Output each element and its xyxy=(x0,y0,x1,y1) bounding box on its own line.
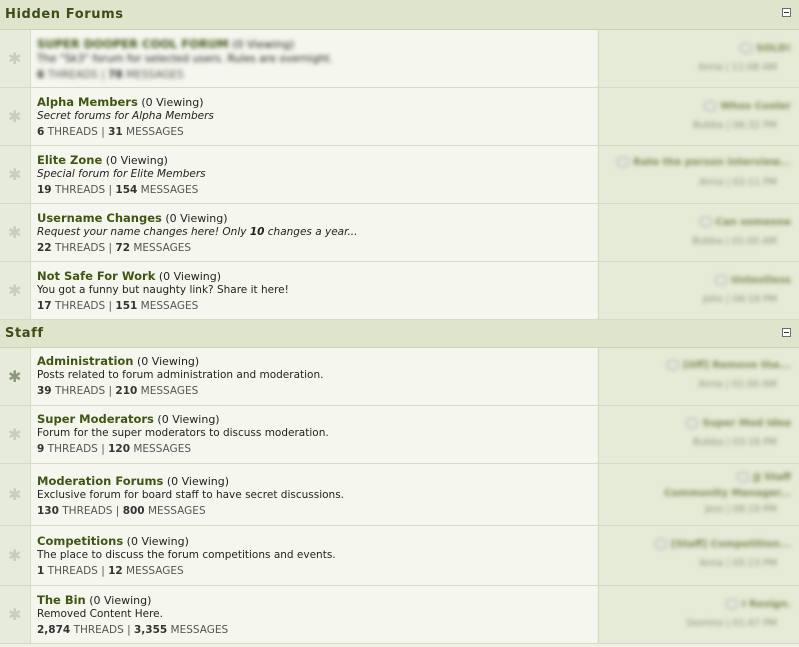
viewing-count: (0 Viewing) xyxy=(137,355,200,368)
thread-icon xyxy=(686,418,699,428)
last-post-meta: Anna | 02:11 PM xyxy=(699,177,777,188)
forum-title-link[interactable]: Super Moderators xyxy=(37,412,154,426)
last-post-title-continued[interactable]: Community Manager... xyxy=(664,488,791,499)
forum-title-link[interactable]: Elite Zone xyxy=(37,153,102,167)
forum-title-link[interactable]: The Bin xyxy=(37,593,86,607)
forum-title-link[interactable]: Competitions xyxy=(37,534,123,548)
forum-title-link[interactable]: Username Changes xyxy=(37,211,162,225)
forum-description: You got a funny but naughty link? Share … xyxy=(37,284,289,296)
forum-description: Secret forums for Alpha Members xyxy=(37,110,214,122)
forum-status-icon: ✱ xyxy=(8,49,22,68)
forum-status-icon: ✱ xyxy=(8,425,22,444)
last-post-meta: Bubba | 06:32 PM xyxy=(693,120,777,131)
forum-row: ✱ Alpha Members (0 Viewing) Secret forum… xyxy=(0,88,799,146)
viewing-count: (0 Viewing) xyxy=(105,154,168,167)
forum-stats: 9 THREADS | 120 MESSAGES xyxy=(37,443,191,455)
last-post-meta: Anna | 05:13 PM xyxy=(699,558,777,569)
last-post-title[interactable]: Rate the person interview... xyxy=(617,157,791,168)
thread-icon xyxy=(617,157,630,167)
section-header-hidden-forums: Hidden Forums xyxy=(0,0,799,30)
last-post-title[interactable]: [Staff] Competition... xyxy=(655,539,791,550)
forum-title-link[interactable]: Not Safe For Work xyxy=(37,269,155,283)
forum-status-icon: ✱ xyxy=(8,605,22,624)
forum-stats: 2,874 THREADS | 3,355 MESSAGES xyxy=(37,624,229,636)
forum-row: ✱ Elite Zone (0 Viewing) Special forum f… xyxy=(0,146,799,204)
last-post-title[interactable]: Whos Cooler xyxy=(704,101,791,112)
forum-description: Forum for the super moderators to discus… xyxy=(37,427,329,439)
thread-icon xyxy=(655,539,668,549)
forum-title-link[interactable]: SUPER DOOPER COOL FORUM xyxy=(37,37,229,51)
forum-row: ✱ Administration (0 Viewing) Posts relat… xyxy=(0,348,799,406)
last-post-title[interactable]: [Off] Remove the... xyxy=(667,360,791,371)
forum-row: ✱ Moderation Forums (0 Viewing) Exclusiv… xyxy=(0,464,799,526)
forum-title-link[interactable]: Moderation Forums xyxy=(37,474,163,488)
viewing-count: (0 Viewing) xyxy=(166,475,230,488)
thread-icon xyxy=(704,101,717,111)
forum-stats: 17 THREADS | 151 MESSAGES xyxy=(37,300,199,312)
forum-status-icon: ✱ xyxy=(8,223,22,242)
last-post-title[interactable]: Can someone xyxy=(699,217,791,228)
forum-description: Special forum for Elite Members xyxy=(37,168,206,180)
forum-description: Posts related to forum administration an… xyxy=(37,369,324,381)
forum-row: ✱ The Bin (0 Viewing) Removed Content He… xyxy=(0,586,799,644)
thread-icon xyxy=(714,275,727,285)
last-post-meta: Jess | 08:19 PM xyxy=(704,504,777,515)
forum-row: ✱ Super Moderators (0 Viewing) Forum for… xyxy=(0,406,799,464)
forum-description: Exclusive forum for board staff to have … xyxy=(37,489,345,501)
forum-status-icon: ✱ xyxy=(8,485,22,504)
last-post-title[interactable]: SOLD! xyxy=(740,43,791,54)
viewing-count: (0 Viewing) xyxy=(141,96,204,109)
section-header-staff: Staff xyxy=(0,320,799,348)
forum-description: Request your name changes here! Only 10 … xyxy=(37,226,358,238)
last-post-meta: Anna | 11:08 AM xyxy=(698,62,777,73)
forum-row: ✱ Competitions (0 Viewing) The place to … xyxy=(0,526,799,586)
thread-icon xyxy=(667,360,680,370)
forum-description: The place to discuss the forum competiti… xyxy=(37,549,336,561)
forum-status-icon: ✱ xyxy=(8,546,22,565)
last-post-title[interactable]: JJ Staff xyxy=(737,472,791,483)
forum-title-link[interactable]: Administration xyxy=(37,354,134,368)
collapse-icon[interactable] xyxy=(782,8,791,17)
viewing-count: (0 Viewing) xyxy=(158,270,222,283)
forum-description: The "Sk3" forum for selected users. Rule… xyxy=(37,53,333,65)
forum-status-icon: ✱ xyxy=(8,367,22,386)
forum-row: ✱ Username Changes (0 Viewing) Request y… xyxy=(0,204,799,262)
thread-icon xyxy=(725,599,738,609)
viewing-count: (0 Viewing) xyxy=(89,594,152,607)
last-post-title[interactable]: Super Mod Idea xyxy=(686,418,791,429)
section-title: Hidden Forums xyxy=(5,7,124,22)
forum-stats: 22 THREADS | 72 MESSAGES xyxy=(37,242,192,254)
last-post-title[interactable]: I Resign. xyxy=(725,599,791,610)
viewing-count: (0 Viewing) xyxy=(126,535,189,548)
forum-stats: 19 THREADS | 154 MESSAGES xyxy=(37,184,199,196)
forum-status-icon: ✱ xyxy=(8,107,22,126)
forum-stats: 6 THREADS | 78 MESSAGES xyxy=(37,69,184,81)
forum-stats: 130 THREADS | 800 MESSAGES xyxy=(37,505,206,517)
collapse-icon[interactable] xyxy=(782,328,791,337)
forum-status-icon: ✱ xyxy=(8,165,22,184)
viewing-count: (0 Viewing) xyxy=(232,38,295,51)
forum-stats: 6 THREADS | 31 MESSAGES xyxy=(37,126,184,138)
forum-title-link[interactable]: Alpha Members xyxy=(37,95,138,109)
forum-description: Removed Content Here. xyxy=(37,608,163,620)
last-post-meta: John | 06:19 PM xyxy=(702,294,777,305)
section-title: Staff xyxy=(5,326,44,341)
forum-stats: 39 THREADS | 210 MESSAGES xyxy=(37,385,199,397)
forum-row: ✱ Not Safe For Work (0 Viewing) You got … xyxy=(0,262,799,320)
last-post-meta: Bubba | 01:00 AM xyxy=(692,236,777,247)
last-post-title[interactable]: Untextless xyxy=(714,275,791,286)
last-post-meta: Bubba | 03:18 PM xyxy=(693,437,777,448)
thread-icon xyxy=(740,43,753,53)
last-post-meta: Domino | 01:47 PM xyxy=(686,618,777,629)
thread-icon xyxy=(699,217,712,227)
forum-status-icon: ✱ xyxy=(8,281,22,300)
forum-stats: 1 THREADS | 12 MESSAGES xyxy=(37,565,184,577)
last-post-meta: Anna | 01:00 AM xyxy=(698,379,777,390)
forum-row: ✱ SUPER DOOPER COOL FORUM (0 Viewing) Th… xyxy=(0,30,799,88)
viewing-count: (0 Viewing) xyxy=(165,212,228,225)
viewing-count: (0 Viewing) xyxy=(157,413,220,426)
thread-icon xyxy=(737,472,750,482)
